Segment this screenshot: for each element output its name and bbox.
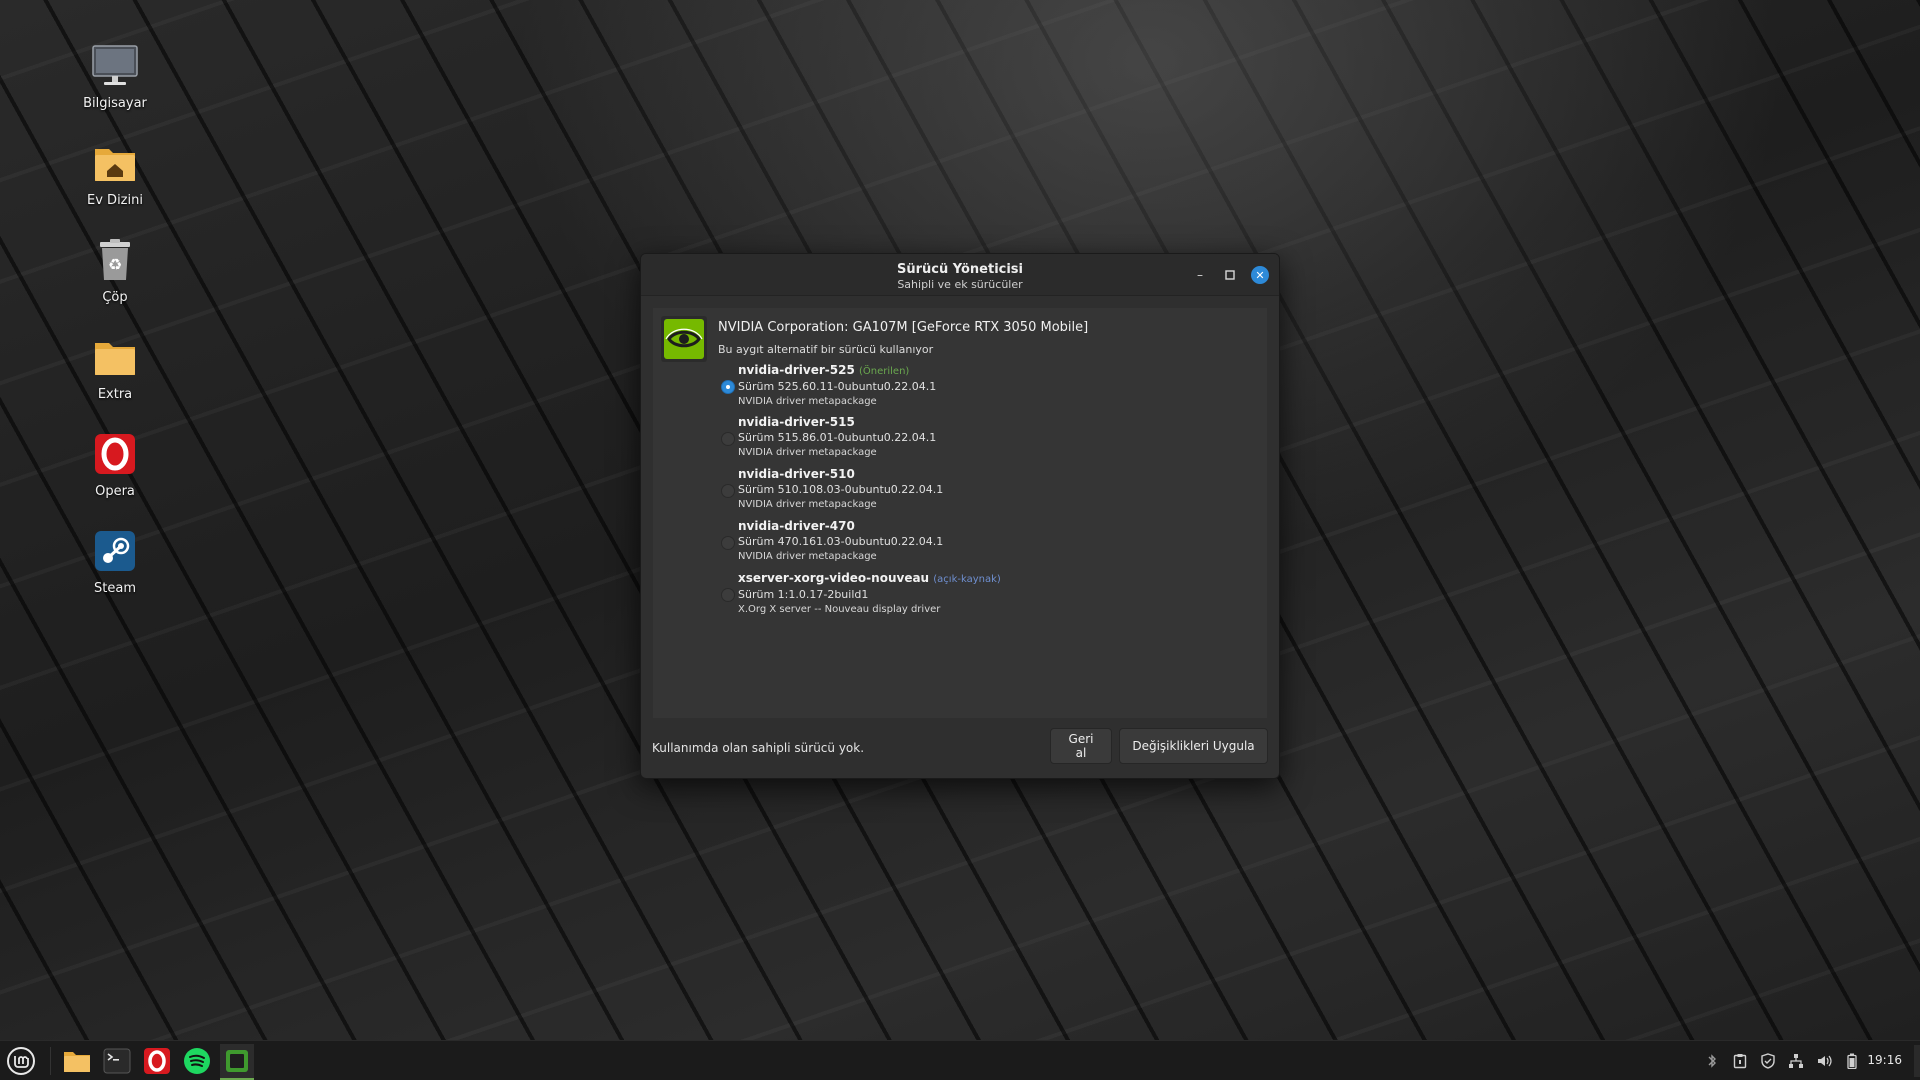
driver-manager-window: Sürücü Yöneticisi Sahipli ve ek sürücüle…	[640, 253, 1280, 779]
desktop-icon-label: Steam	[94, 581, 136, 596]
nvidia-logo-icon	[661, 316, 707, 362]
trash-icon: ♻	[91, 236, 139, 284]
clock[interactable]: 19:16	[1867, 1053, 1902, 1067]
driver-option[interactable]: nvidia-driver-525 (Önerilen) Sürüm 525.6…	[718, 363, 1258, 415]
driver-description: NVIDIA driver metapackage	[738, 499, 877, 510]
clipboard-icon[interactable]	[1732, 1053, 1748, 1069]
driver-list-panel: NVIDIA Corporation: GA107M [GeForce RTX …	[653, 308, 1267, 718]
minimize-button[interactable]: –	[1191, 266, 1209, 284]
desktop-icon-label: Opera	[95, 484, 135, 499]
network-icon[interactable]	[1788, 1053, 1804, 1069]
desktop-icon-computer[interactable]: Bilgisayar	[60, 42, 170, 111]
revert-button[interactable]: Geri al	[1050, 728, 1112, 764]
driver-radio[interactable]	[721, 536, 735, 550]
close-icon: ✕	[1255, 268, 1265, 282]
desktop-icon-home[interactable]: Ev Dizini	[60, 139, 170, 208]
driver-radio[interactable]	[721, 432, 735, 446]
driver-name: nvidia-driver-525	[738, 363, 855, 377]
open-source-tag: (açık-kaynak)	[933, 574, 1001, 585]
opera-icon	[144, 1048, 170, 1074]
folder-icon	[64, 1052, 90, 1072]
window-title: Sürücü Yöneticisi	[896, 262, 1024, 277]
window-titlebar[interactable]: Sürücü Yöneticisi Sahipli ve ek sürücüle…	[641, 254, 1279, 296]
driver-options: nvidia-driver-525 (Önerilen) Sürüm 525.6…	[718, 363, 1258, 623]
menu-button[interactable]	[4, 1044, 38, 1078]
driver-radio[interactable]	[721, 484, 735, 498]
driver-version: Sürüm 470.161.03-0ubuntu0.22.04.1	[738, 535, 944, 548]
taskbar-separator	[50, 1047, 51, 1075]
driver-manager-icon	[226, 1050, 248, 1072]
opera-icon	[91, 430, 139, 478]
maximize-button[interactable]	[1221, 266, 1239, 284]
desktop-icon-steam[interactable]: Steam	[60, 527, 170, 596]
desktop-icon-trash[interactable]: ♻ Çöp	[60, 236, 170, 305]
terminal-icon	[103, 1048, 131, 1074]
home-folder-icon	[91, 139, 139, 187]
device-status: Bu aygıt alternatif bir sürücü kullanıyo…	[718, 343, 934, 356]
taskbar-terminal[interactable]	[100, 1044, 134, 1078]
desktop-icon-extra[interactable]: Extra	[60, 333, 170, 402]
driver-name: nvidia-driver-510	[738, 467, 855, 481]
taskbar-driver-manager[interactable]	[220, 1044, 254, 1080]
apply-changes-button[interactable]: Değişiklikleri Uygula	[1119, 728, 1268, 764]
desktop-icon-label: Çöp	[102, 290, 128, 305]
steam-icon	[91, 527, 139, 575]
mint-menu-icon	[7, 1047, 35, 1075]
driver-description: NVIDIA driver metapackage	[738, 447, 877, 458]
driver-radio[interactable]	[721, 588, 735, 602]
driver-description: NVIDIA driver metapackage	[738, 396, 877, 407]
recommended-tag: (Önerilen)	[858, 366, 910, 377]
driver-option[interactable]: nvidia-driver-515 Sürüm 515.86.01-0ubunt…	[718, 415, 1258, 467]
bluetooth-icon[interactable]	[1704, 1053, 1720, 1069]
folder-icon	[91, 333, 139, 381]
computer-icon	[91, 42, 139, 90]
driver-option[interactable]: xserver-xorg-video-nouveau (açık-kaynak)…	[718, 571, 1258, 623]
driver-version: Sürüm 515.86.01-0ubuntu0.22.04.1	[738, 431, 937, 444]
driver-description: X.Org X server -- Nouveau display driver	[738, 604, 941, 615]
taskbar-spotify[interactable]	[180, 1044, 214, 1078]
window-subtitle: Sahipli ve ek sürücüler	[897, 278, 1023, 291]
desktop-icon-opera[interactable]: Opera	[60, 430, 170, 499]
desktop-icon-label: Ev Dizini	[87, 193, 143, 208]
show-desktop-button[interactable]	[1914, 1045, 1920, 1077]
svg-text:♻: ♻	[108, 255, 122, 274]
desktop-icon-label: Bilgisayar	[83, 96, 147, 111]
taskbar: 19:16	[0, 1040, 1920, 1080]
driver-name: nvidia-driver-515	[738, 415, 855, 429]
device-name: NVIDIA Corporation: GA107M [GeForce RTX …	[718, 320, 1089, 335]
driver-version: Sürüm 510.108.03-0ubuntu0.22.04.1	[738, 483, 944, 496]
driver-description: NVIDIA driver metapackage	[738, 551, 877, 562]
update-shield-icon[interactable]	[1760, 1053, 1776, 1069]
volume-icon[interactable]	[1816, 1053, 1832, 1069]
minimize-icon: –	[1197, 268, 1203, 282]
close-button[interactable]: ✕	[1251, 266, 1269, 284]
system-tray	[1704, 1041, 1860, 1080]
driver-version: Sürüm 1:1.0.17-2build1	[738, 588, 869, 601]
footer-status: Kullanımda olan sahipli sürücü yok.	[652, 741, 865, 755]
maximize-icon	[1225, 270, 1235, 280]
desktop-icon-label: Extra	[97, 387, 133, 402]
driver-option[interactable]: nvidia-driver-510 Sürüm 510.108.03-0ubun…	[718, 467, 1258, 519]
driver-name: nvidia-driver-470	[738, 519, 855, 533]
taskbar-opera[interactable]	[140, 1044, 174, 1078]
driver-option[interactable]: nvidia-driver-470 Sürüm 470.161.03-0ubun…	[718, 519, 1258, 571]
driver-version: Sürüm 525.60.11-0ubuntu0.22.04.1	[738, 380, 937, 393]
driver-radio-selected[interactable]	[721, 380, 735, 394]
spotify-icon	[184, 1048, 210, 1074]
battery-icon[interactable]	[1844, 1053, 1860, 1069]
driver-name: xserver-xorg-video-nouveau	[738, 571, 930, 585]
taskbar-files[interactable]	[60, 1044, 94, 1078]
